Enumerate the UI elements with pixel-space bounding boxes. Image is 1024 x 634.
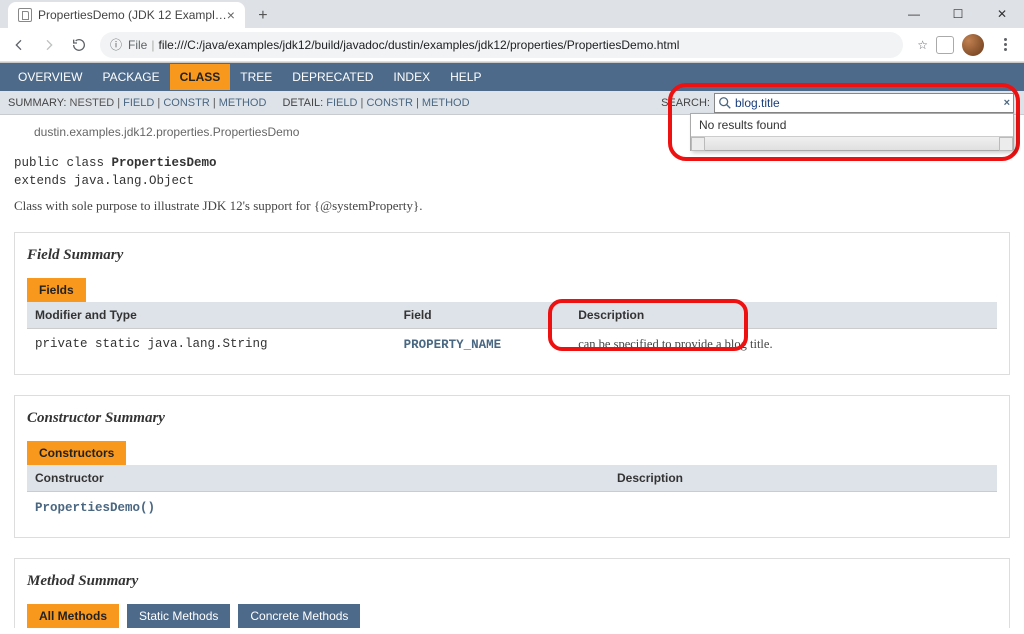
summary-field[interactable]: FIELD bbox=[123, 97, 154, 109]
minimize-button[interactable]: — bbox=[892, 0, 936, 28]
nav-deprecated[interactable]: DEPRECATED bbox=[282, 64, 383, 90]
field-description: can be specified to provide a blog title… bbox=[578, 337, 772, 351]
nav-package[interactable]: PACKAGE bbox=[92, 64, 169, 90]
search-label: SEARCH: bbox=[661, 97, 710, 109]
new-tab-button[interactable]: + bbox=[251, 4, 275, 28]
class-description: Class with sole purpose to illustrate JD… bbox=[14, 198, 1010, 214]
col-constructor: Constructor bbox=[27, 465, 609, 492]
bookmark-star-icon[interactable]: ☆ bbox=[917, 38, 928, 52]
constructor-description bbox=[609, 492, 997, 524]
field-summary-section: Field Summary Fields Modifier and Type F… bbox=[14, 232, 1010, 375]
col-constructor-desc: Description bbox=[609, 465, 997, 492]
browser-menu-button[interactable] bbox=[992, 38, 1018, 51]
class-declaration: public class PropertiesDemo extends java… bbox=[14, 155, 1010, 190]
field-name-link[interactable]: PROPERTY_NAME bbox=[404, 338, 502, 352]
close-window-button[interactable]: ✕ bbox=[980, 0, 1024, 28]
constructor-summary-section: Constructor Summary Constructors Constru… bbox=[14, 395, 1010, 538]
field-summary-title: Field Summary bbox=[27, 247, 997, 264]
col-field: Field bbox=[396, 302, 571, 329]
page-icon bbox=[18, 8, 32, 22]
close-tab-icon[interactable]: × bbox=[227, 7, 235, 23]
javadoc-sub-nav: SUMMARY: NESTED | FIELD | CONSTR | METHO… bbox=[0, 91, 1024, 115]
constructor-summary-title: Constructor Summary bbox=[27, 410, 997, 427]
file-icon: ⓘ bbox=[110, 36, 122, 53]
forward-button[interactable] bbox=[36, 32, 62, 58]
tab-static-methods[interactable]: Static Methods bbox=[127, 604, 230, 628]
address-bar[interactable]: ⓘ File | file:///C:/java/examples/jdk12/… bbox=[100, 32, 903, 58]
search-icon bbox=[718, 96, 732, 110]
back-button[interactable] bbox=[6, 32, 32, 58]
constructor-name-link[interactable]: PropertiesDemo() bbox=[35, 501, 155, 515]
summary-constr[interactable]: CONSTR bbox=[163, 97, 209, 109]
detail-constr[interactable]: CONSTR bbox=[366, 97, 412, 109]
field-modifier: private static java.lang.String bbox=[27, 329, 396, 361]
tab-concrete-methods[interactable]: Concrete Methods bbox=[238, 604, 360, 628]
search-box[interactable]: × bbox=[714, 93, 1014, 113]
extension-icon[interactable] bbox=[936, 36, 954, 54]
maximize-button[interactable]: ☐ bbox=[936, 0, 980, 28]
detail-field[interactable]: FIELD bbox=[326, 97, 357, 109]
browser-tab[interactable]: PropertiesDemo (JDK 12 Exampl… × bbox=[8, 2, 245, 28]
detail-label: DETAIL: bbox=[282, 97, 323, 109]
summary-nested: NESTED bbox=[70, 97, 115, 109]
detail-method[interactable]: METHOD bbox=[422, 97, 470, 109]
fields-table: Modifier and Type Field Description priv… bbox=[27, 302, 997, 360]
summary-label: SUMMARY: bbox=[8, 97, 66, 109]
browser-chrome: PropertiesDemo (JDK 12 Exampl… × + — ☐ ✕… bbox=[0, 0, 1024, 63]
nav-overview[interactable]: OVERVIEW bbox=[8, 64, 92, 90]
col-modifier: Modifier and Type bbox=[27, 302, 396, 329]
tab-title: PropertiesDemo (JDK 12 Exampl… bbox=[38, 8, 227, 22]
nav-tree[interactable]: TREE bbox=[230, 64, 282, 90]
nav-index[interactable]: INDEX bbox=[383, 64, 440, 90]
reload-button[interactable] bbox=[66, 32, 92, 58]
search-input[interactable] bbox=[735, 96, 995, 110]
summary-method[interactable]: METHOD bbox=[219, 97, 267, 109]
clear-search-icon[interactable]: × bbox=[1004, 97, 1010, 109]
search-no-results: No results found bbox=[691, 114, 1013, 136]
col-description: Description bbox=[570, 302, 997, 329]
url-scheme-label: File bbox=[128, 38, 147, 52]
constructors-tab[interactable]: Constructors bbox=[27, 441, 126, 465]
dropdown-scrollbar[interactable] bbox=[691, 136, 1013, 150]
url-text: file:///C:/java/examples/jdk12/build/jav… bbox=[158, 38, 893, 52]
javadoc-top-nav: OVERVIEW PACKAGE CLASS TREE DEPRECATED I… bbox=[0, 63, 1024, 91]
constructors-table: Constructor Description PropertiesDemo() bbox=[27, 465, 997, 523]
constructor-row: PropertiesDemo() bbox=[27, 492, 997, 524]
search-dropdown: No results found bbox=[690, 113, 1014, 151]
nav-help[interactable]: HELP bbox=[440, 64, 491, 90]
fields-tab[interactable]: Fields bbox=[27, 278, 86, 302]
tab-all-methods[interactable]: All Methods bbox=[27, 604, 119, 628]
nav-class[interactable]: CLASS bbox=[170, 64, 231, 90]
profile-avatar[interactable] bbox=[962, 34, 984, 56]
field-row: private static java.lang.String PROPERTY… bbox=[27, 329, 997, 361]
method-summary-section: Method Summary All Methods Static Method… bbox=[14, 558, 1010, 628]
